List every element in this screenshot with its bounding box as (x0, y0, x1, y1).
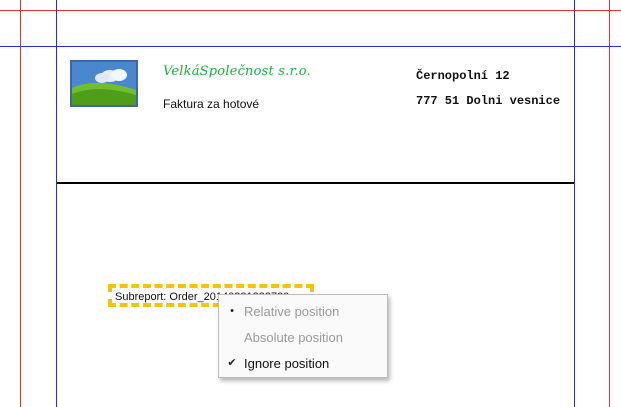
address-city[interactable]: 777 51 Dolni vesnice (416, 94, 560, 108)
margin-guide-right (609, 0, 610, 407)
margin-guide-top (0, 10, 621, 11)
landscape-icon (72, 62, 136, 105)
header-separator-line (57, 182, 574, 184)
bullet-icon: • (230, 305, 234, 317)
position-context-menu: • Relative position Absolute position ✔ … (218, 294, 388, 378)
band-guide-left (56, 0, 57, 407)
menu-item-label: Ignore position (244, 356, 330, 371)
company-name[interactable]: VelkáSpolečnost s.r.o. (163, 64, 311, 79)
menu-item-label: Absolute position (244, 330, 344, 345)
band-guide-top (0, 46, 621, 47)
margin-guide-left (20, 0, 21, 407)
menu-item-ignore-position[interactable]: ✔ Ignore position (219, 351, 387, 376)
menu-item-relative-position[interactable]: • Relative position (219, 299, 387, 324)
company-logo-image[interactable] (70, 60, 138, 107)
address-street[interactable]: Černopolní 12 (416, 69, 510, 83)
band-guide-right (574, 0, 575, 407)
invoice-type-label[interactable]: Faktura za hotové (163, 97, 259, 111)
checkmark-icon: ✔ (227, 357, 237, 369)
menu-item-label: Relative position (244, 304, 340, 319)
menu-item-absolute-position[interactable]: Absolute position (219, 325, 387, 350)
